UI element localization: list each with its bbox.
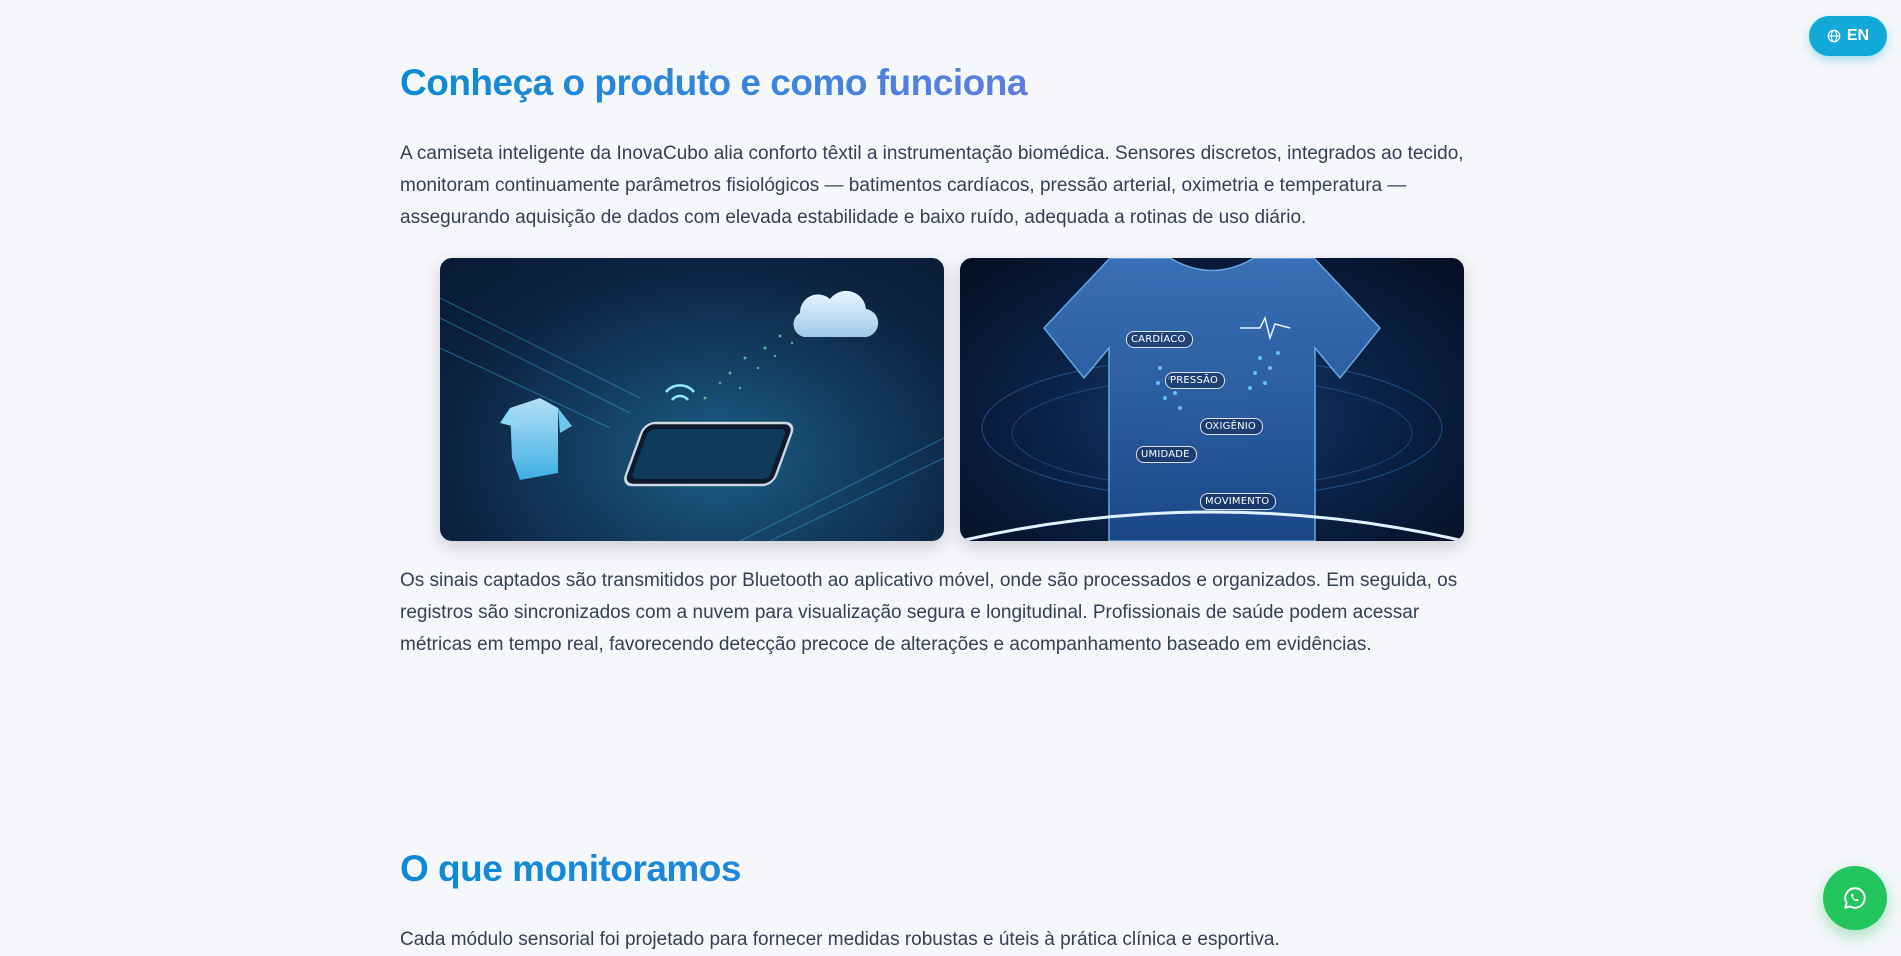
- language-toggle-button[interactable]: EN: [1809, 16, 1887, 56]
- label-pressure: PRESSÃO: [1165, 372, 1226, 389]
- intro-p1-line1: A camiseta inteligente da InovaCubo alia…: [400, 143, 1464, 164]
- whatsapp-button[interactable]: [1823, 866, 1887, 930]
- data-flow-art: [440, 290, 944, 541]
- product-images: CARDÍACO PRESSÃO OXIGÊNIO UMIDADE MOVIME…: [440, 258, 1464, 541]
- sensor-shirt-illustration: CARDÍACO PRESSÃO OXIGÊNIO UMIDADE MOVIME…: [960, 258, 1464, 541]
- globe-icon: [1827, 29, 1841, 43]
- intro-paragraph-2: Os sinais captados são transmitidos por …: [400, 565, 1480, 661]
- intro-p2-line3: métricas em tempo real, favorecendo dete…: [400, 634, 1372, 655]
- intro-paragraph-1: A camiseta inteligente da InovaCubo alia…: [400, 138, 1480, 234]
- monitoring-paragraph: Cada módulo sensorial foi projetado para…: [400, 924, 1480, 956]
- intro-section: Conheça o produto e como funciona: [400, 62, 1480, 104]
- monitoring-section: O que monitoramos: [400, 848, 1480, 890]
- intro-p1-line2: monitoram continuamente parâmetros fisio…: [400, 175, 1407, 196]
- whatsapp-icon: [1844, 887, 1866, 909]
- label-humidity: UMIDADE: [1136, 446, 1197, 463]
- intro-p1-line3: assegurando aquisição de dados com eleva…: [400, 207, 1307, 228]
- monitoring-title: O que monitoramos: [400, 848, 1480, 890]
- label-oxygen: OXIGÊNIO: [1200, 418, 1263, 435]
- label-cardiac: CARDÍACO: [1126, 331, 1193, 348]
- language-label: EN: [1846, 27, 1870, 44]
- data-flow-illustration: [440, 258, 944, 541]
- label-movement: MOVIMENTO: [1200, 493, 1277, 510]
- monitoring-text: Cada módulo sensorial foi projetado para…: [400, 929, 1280, 950]
- intro-p2-line1: Os sinais captados são transmitidos por …: [400, 570, 1458, 591]
- intro-title: Conheça o produto e como funciona: [400, 62, 1480, 104]
- intro-p2-line2: registros são sincronizados com a nuvem …: [400, 602, 1420, 623]
